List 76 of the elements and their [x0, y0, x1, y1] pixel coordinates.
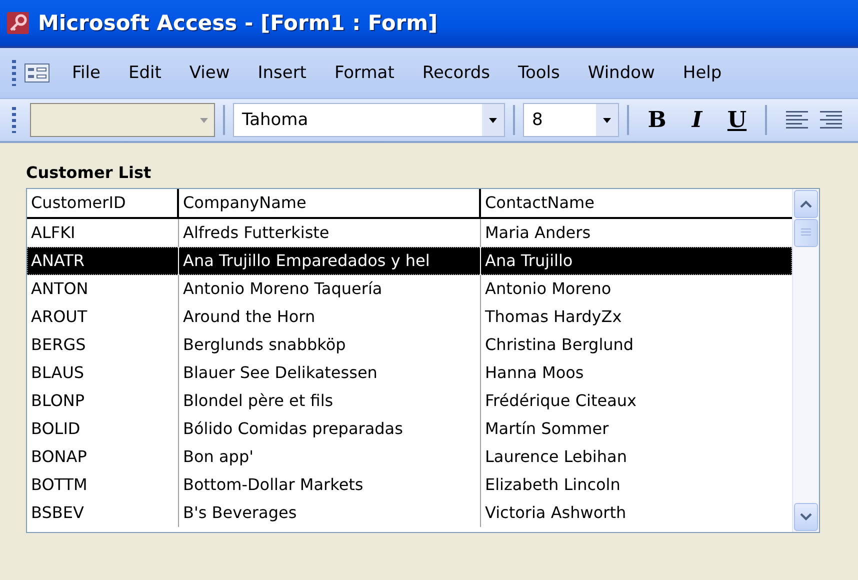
menu-item[interactable]: Format [332, 61, 396, 85]
column-header: CompanyName [179, 189, 481, 217]
list-cell-text: Victoria Ashworth [484, 502, 628, 524]
list-cell: ANATR [27, 247, 179, 275]
list-cell-text: Maria Anders [484, 222, 592, 244]
list-cell: Blauer See Delikatessen [179, 359, 481, 387]
list-cell: Bottom-Dollar Markets [179, 471, 481, 499]
align-icon[interactable] [819, 109, 843, 131]
menu-item[interactable]: Window [586, 61, 657, 85]
menu-item[interactable]: Edit [126, 61, 164, 85]
dropdown-arrow-icon [603, 118, 611, 122]
list-row[interactable]: BOTTM Bottom-Dollar Markets Elizabeth Lincoln [27, 471, 792, 499]
list-cell: Bon app' [179, 443, 481, 471]
list-cell: BLONP [27, 387, 179, 415]
caret-up-icon [800, 200, 812, 208]
list-cell-text: Hanna Moos [484, 362, 585, 384]
list-cell: Berglunds snabbköp [179, 331, 481, 359]
caret-down-icon [800, 513, 812, 521]
list-row[interactable]: BOLID Bólido Comidas preparadas Martín Sommer [27, 415, 792, 443]
menu-item[interactable]: Records [420, 61, 492, 85]
scroll-down-button[interactable] [794, 503, 818, 531]
menu-item[interactable]: Help [680, 61, 724, 85]
form-icon[interactable] [24, 63, 50, 83]
menu-item[interactable]: File [70, 61, 102, 85]
bold-button[interactable]: B [637, 103, 677, 137]
list-cell-text: Christina Berglund [484, 334, 635, 356]
list-row[interactable]: ANTON Antonio Moreno Taquería Antonio Moreno [27, 275, 792, 303]
list-cell-text: Martín Sommer [484, 418, 610, 440]
menu-item[interactable]: Tools [516, 61, 562, 85]
font-name-combo[interactable]: Tahoma [233, 103, 505, 137]
list-cell: BLAUS [27, 359, 179, 387]
menu-item[interactable]: Insert [256, 61, 308, 85]
underline-button[interactable]: U [717, 103, 757, 137]
list-cell: ANTON [27, 275, 179, 303]
list-row[interactable]: BLAUS Blauer See Delikatessen Hanna Moos [27, 359, 792, 387]
list-cell: BSBEV [27, 499, 179, 527]
list-cell: BOLID [27, 415, 179, 443]
list-cell: Around the Horn [179, 303, 481, 331]
customer-list[interactable] [26, 188, 820, 533]
list-cell-text: Ana Trujillo [484, 250, 574, 272]
scroll-thumb[interactable] [794, 219, 818, 247]
list-cell: Ana Trujillo Emparedados y hel [179, 247, 481, 275]
list-cell-text: Laurence Lebihan [484, 446, 628, 468]
dropdown-arrow-icon [200, 118, 208, 122]
list-cell: BOTTM [27, 471, 179, 499]
font-size-combo[interactable]: 8 [523, 103, 619, 137]
column-header: CustomerID [27, 189, 179, 217]
list-cell-text: Frédérique Citeaux [484, 390, 638, 412]
list-row[interactable]: ANATR Ana Trujillo Emparedados y hel Ana Trujillo [27, 247, 792, 275]
scroll-up-button[interactable] [794, 190, 818, 218]
list-cell: BERGS [27, 331, 179, 359]
menu-item[interactable]: View [187, 61, 232, 85]
list-row[interactable]: AROUT Around the Horn Thomas HardyZx [27, 303, 792, 331]
list-cell-text: Elizabeth Lincoln [484, 474, 622, 496]
list-cell-text: Thomas HardyZx [484, 306, 623, 328]
list-cell-text: Antonio Moreno [484, 278, 612, 300]
toolbar-grip[interactable] [12, 60, 16, 86]
dropdown-arrow-icon [489, 118, 497, 122]
list-row[interactable]: BERGS Berglunds snabbköp Christina Berglund [27, 331, 792, 359]
list-cell: Bólido Comidas preparadas [179, 415, 481, 443]
list-label: Customer List [26, 163, 152, 182]
key-icon [6, 11, 30, 35]
column-header: ContactName [484, 192, 596, 214]
list-row[interactable]: BSBEV B's Beverages Victoria Ashworth [27, 499, 792, 527]
list-cell: B's Beverages [179, 499, 481, 527]
list-row[interactable]: BLONP Blondel père et fils Frédérique Citeaux [27, 387, 792, 415]
list-row[interactable]: BONAP Bon app' Laurence Lebihan [27, 443, 792, 471]
toolbar-grip[interactable] [12, 107, 16, 133]
italic-button[interactable]: I [677, 103, 717, 137]
object-combo[interactable] [30, 103, 215, 137]
list-cell: Blondel père et fils [179, 387, 481, 415]
list-cell: Antonio Moreno Taquería [179, 275, 481, 303]
window-title: Microsoft Access - [Form1 : Form] [38, 11, 438, 35]
list-cell: AROUT [27, 303, 179, 331]
list-cell: BONAP [27, 443, 179, 471]
align-icon[interactable] [785, 109, 809, 131]
